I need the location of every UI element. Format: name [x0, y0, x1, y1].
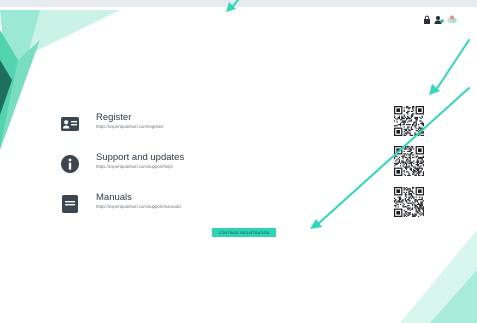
screen: Register https://expertquantum.com/regis…	[0, 0, 477, 323]
header-icons	[423, 15, 457, 24]
list-item-register[interactable]: Register https://expertquantum.com/regis…	[60, 112, 164, 134]
qr-code-manuals	[394, 187, 424, 217]
item-title: Register	[96, 112, 132, 123]
qr-code-support	[394, 146, 424, 176]
info-icon	[60, 154, 80, 174]
item-title: Manuals	[96, 192, 132, 203]
account-icon[interactable]	[434, 15, 444, 24]
item-url[interactable]: https://expertquantum.com/register/	[96, 124, 164, 130]
lock-icon[interactable]	[423, 15, 431, 24]
manual-icon	[60, 194, 80, 214]
id-card-icon	[60, 114, 80, 134]
list-item-manuals[interactable]: Manuals https://expertquantum.com/suppor…	[60, 192, 181, 214]
item-url[interactable]: https://expertquantum.com/support/manual…	[96, 204, 181, 210]
item-title: Support and updates	[96, 152, 185, 163]
continue-registration-button[interactable]: CONTINUE REGISTRATION	[212, 228, 276, 237]
bluetooth-icon[interactable]	[447, 15, 457, 24]
qr-code-register	[394, 106, 424, 136]
list-item-support[interactable]: Support and updates https://expertquantu…	[60, 152, 184, 174]
item-url[interactable]: https://expertquantum.com/support/help/	[96, 164, 184, 170]
